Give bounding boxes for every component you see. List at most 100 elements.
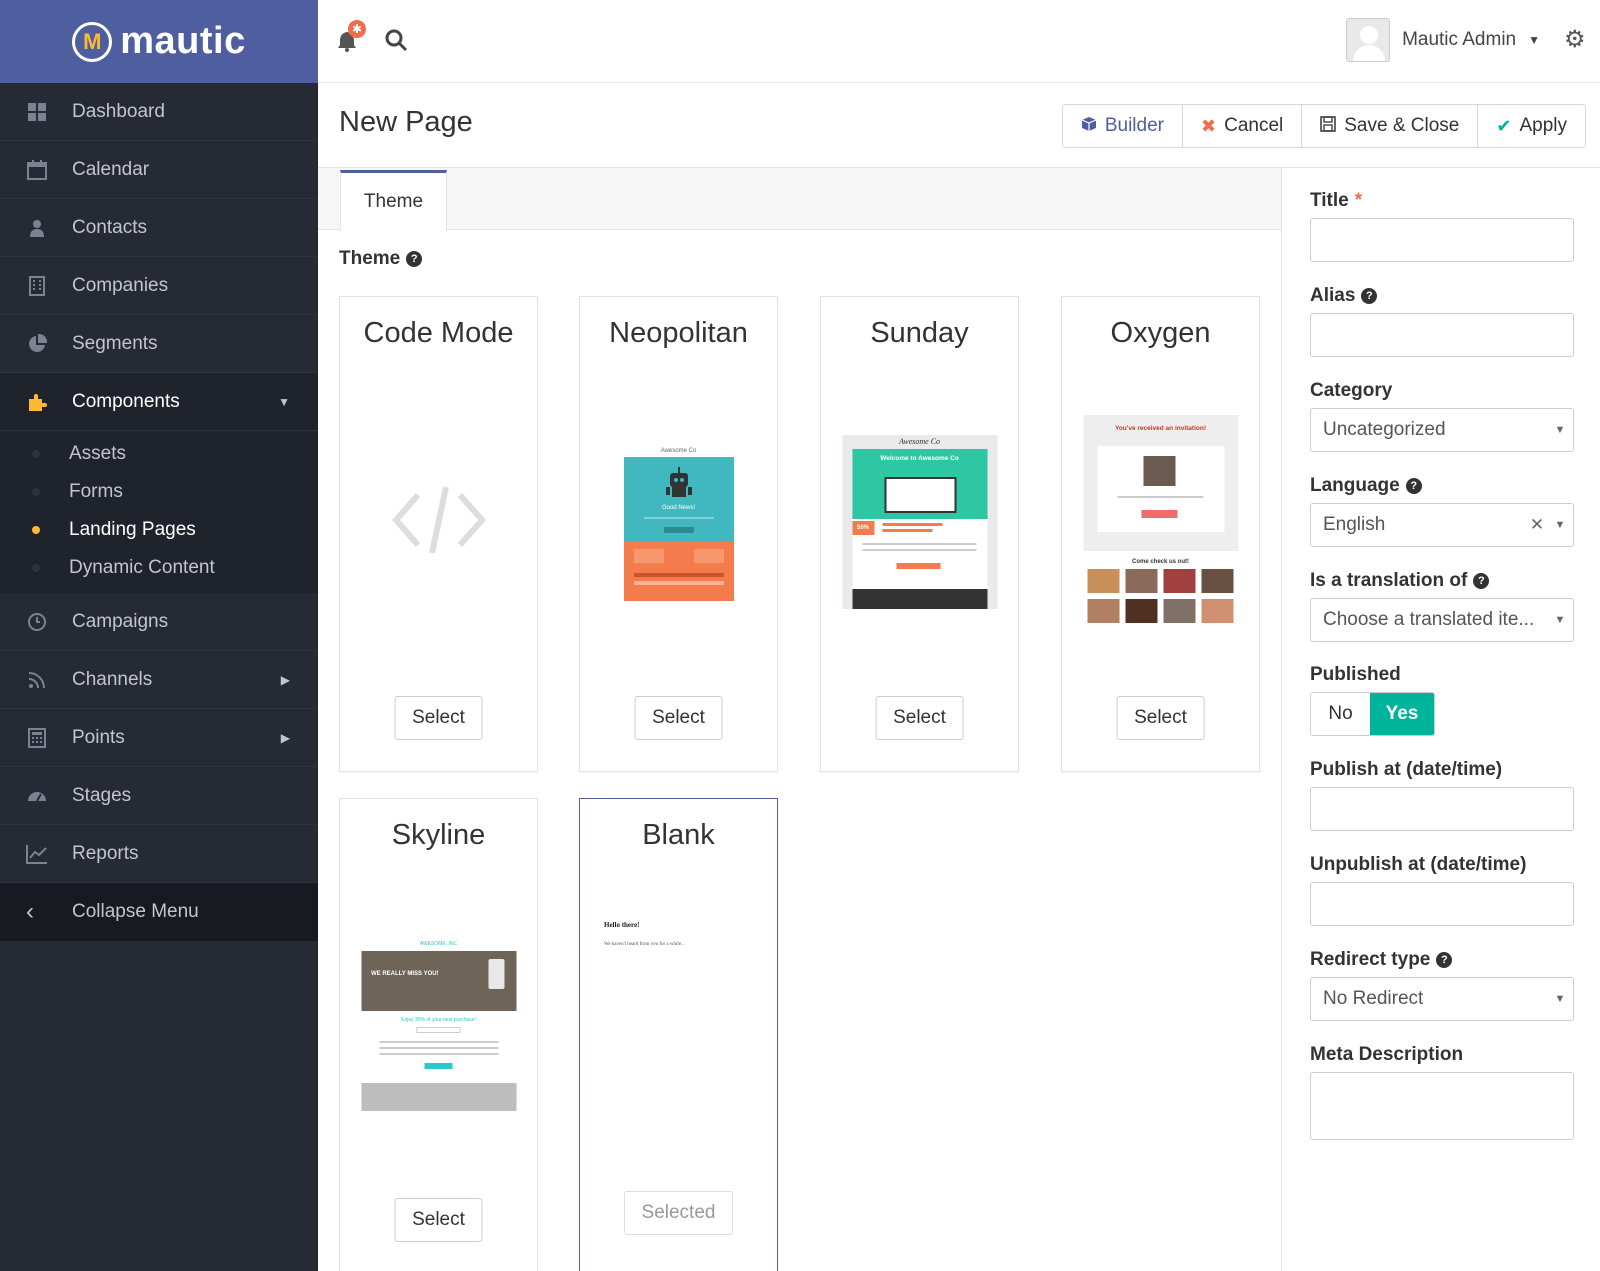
sidebar-item-label: Campaigns: [72, 610, 169, 632]
theme-card-neopolitan[interactable]: Neopolitan Awesome Co Good News! Select: [579, 296, 778, 772]
sidebar-item-points[interactable]: Points ▶: [0, 709, 318, 767]
calendar-icon: [26, 159, 48, 181]
theme-name: Sunday: [870, 317, 969, 349]
select-button[interactable]: Select: [1116, 696, 1205, 740]
oxygen-preview: You've received an invitation! Come chec…: [1083, 415, 1238, 627]
alias-input[interactable]: [1310, 313, 1574, 357]
sunday-welcome: Welcome to Awesome Co: [880, 455, 959, 462]
unpublish-at-input[interactable]: [1310, 882, 1574, 926]
sidebar-item-label: Stages: [72, 784, 132, 806]
search-button[interactable]: [384, 28, 410, 54]
sidebar-item-label: Reports: [72, 842, 139, 864]
sidebar-item-companies[interactable]: Companies: [0, 257, 318, 315]
building-icon: [26, 275, 48, 297]
builder-button[interactable]: Builder: [1062, 105, 1183, 147]
cancel-button[interactable]: ✖ Cancel: [1183, 105, 1303, 147]
redirect-value: No Redirect: [1323, 988, 1424, 1009]
theme-name: Neopolitan: [609, 317, 748, 349]
gear-icon[interactable]: ⚙: [1564, 28, 1588, 52]
neo-news: Good News!: [661, 505, 695, 511]
components-subnav: Assets Forms Landing Pages Dynamic Conte…: [0, 431, 318, 593]
theme-card-blank[interactable]: Blank Hello there! We haven't heard from…: [579, 798, 778, 1271]
chevron-right-icon: ▶: [280, 730, 290, 745]
brand-name: mautic: [120, 20, 246, 62]
translation-select[interactable]: Choose a translated ite... ▼: [1310, 598, 1574, 642]
dropdown-arrow-icon: ▼: [1554, 519, 1566, 531]
sidebar-subitem-dynamic-content[interactable]: Dynamic Content: [0, 549, 318, 587]
apply-button[interactable]: ✔ Apply: [1478, 105, 1585, 147]
language-label: Language ?: [1310, 475, 1422, 497]
redirect-label-text: Redirect type: [1310, 949, 1431, 970]
topbar: ✱ Mautic Admin ▼ ⚙: [318, 0, 1600, 83]
skyline-brand: AWESOME, INC: [419, 941, 458, 947]
sidebar-item-contacts[interactable]: Contacts: [0, 199, 318, 257]
select-button[interactable]: Select: [394, 696, 483, 740]
select-button[interactable]: Select: [634, 696, 723, 740]
selected-button[interactable]: Selected: [623, 1191, 734, 1235]
skyline-preview: AWESOME, INC WE REALLY MISS YOU! Enjoy 3…: [361, 937, 516, 1111]
unpublish-at-label-text: Unpublish at (date/time): [1310, 854, 1527, 875]
tabs-bar: Theme: [318, 168, 1281, 231]
sidebar-item-stages[interactable]: Stages: [0, 767, 318, 825]
theme-card-code-mode[interactable]: Code Mode Select: [339, 296, 538, 772]
builder-label: Builder: [1104, 115, 1164, 136]
redirect-type-label: Redirect type ?: [1310, 949, 1453, 971]
tab-theme[interactable]: Theme: [340, 170, 447, 231]
close-icon: ✖: [1201, 115, 1217, 136]
code-icon: [391, 486, 486, 554]
language-select[interactable]: English ✕ ▼: [1310, 503, 1574, 547]
user-menu[interactable]: Mautic Admin ▼: [1346, 18, 1540, 62]
sidebar-item-campaigns[interactable]: Campaigns: [0, 593, 318, 651]
sidebar-item-label: Channels: [72, 668, 153, 690]
collapse-menu-label: Collapse Menu: [72, 901, 199, 922]
brand[interactable]: M mautic: [0, 0, 318, 83]
help-icon[interactable]: ?: [1473, 573, 1490, 589]
sidebar-item-dashboard[interactable]: Dashboard: [0, 83, 318, 141]
notifications-button[interactable]: ✱: [336, 20, 366, 54]
published-label: Published: [1310, 664, 1401, 686]
sidebar-item-channels[interactable]: Channels ▶: [0, 651, 318, 709]
sidebar-item-segments[interactable]: Segments: [0, 315, 318, 373]
category-select[interactable]: Uncategorized ▼: [1310, 408, 1574, 452]
alias-label-text: Alias: [1310, 285, 1356, 306]
help-icon[interactable]: ?: [406, 251, 423, 267]
sidebar-item-label: Contacts: [72, 216, 147, 238]
save-close-button[interactable]: Save & Close: [1302, 105, 1479, 147]
help-icon[interactable]: ?: [1361, 288, 1378, 304]
published-toggle: No Yes: [1310, 692, 1435, 736]
puzzle-icon: [26, 391, 48, 413]
sidebar-nav: Dashboard Calendar Contacts Companies Se…: [0, 83, 318, 431]
skyline-offer: Enjoy 30% of your next purchase!: [401, 1017, 476, 1023]
theme-card-sunday[interactable]: Sunday Awesome Co Welcome to Awesome Co …: [820, 296, 1019, 772]
help-icon[interactable]: ?: [1436, 952, 1453, 968]
select-button[interactable]: Select: [875, 696, 964, 740]
chevron-right-icon: ▶: [280, 672, 290, 687]
publish-at-input[interactable]: [1310, 787, 1574, 831]
dashboard-icon: [26, 101, 48, 123]
theme-name: Code Mode: [363, 317, 514, 349]
select-button[interactable]: Select: [394, 1198, 483, 1242]
mautic-logo-icon: M: [72, 21, 113, 62]
redirect-type-select[interactable]: No Redirect ▼: [1310, 977, 1574, 1021]
collapse-menu-button[interactable]: ‹ Collapse Menu: [0, 883, 318, 941]
sidebar-item-components[interactable]: Components ▼: [0, 373, 318, 431]
caret-down-icon: ▼: [1528, 33, 1540, 47]
sidebar-subitem-landing-pages[interactable]: Landing Pages: [0, 511, 318, 549]
clock-icon: [26, 611, 48, 633]
title-label: Title *: [1310, 190, 1362, 212]
theme-card-oxygen[interactable]: Oxygen You've received an invitation! Co…: [1061, 296, 1260, 772]
clear-icon[interactable]: ✕: [1527, 515, 1547, 535]
sidebar-item-reports[interactable]: Reports: [0, 825, 318, 883]
title-input[interactable]: [1310, 218, 1574, 262]
sidebar-item-calendar[interactable]: Calendar: [0, 141, 318, 199]
help-icon[interactable]: ?: [1405, 478, 1422, 494]
category-value: Uncategorized: [1323, 419, 1446, 440]
line-chart-icon: [26, 843, 48, 865]
theme-card-skyline[interactable]: Skyline AWESOME, INC WE REALLY MISS YOU!…: [339, 798, 538, 1271]
cancel-label: Cancel: [1224, 115, 1284, 136]
published-no-option[interactable]: No: [1311, 693, 1370, 735]
sidebar-subitem-assets[interactable]: Assets: [0, 435, 318, 473]
published-yes-option[interactable]: Yes: [1370, 693, 1434, 735]
meta-description-textarea[interactable]: [1310, 1072, 1574, 1140]
sidebar-subitem-forms[interactable]: Forms: [0, 473, 318, 511]
